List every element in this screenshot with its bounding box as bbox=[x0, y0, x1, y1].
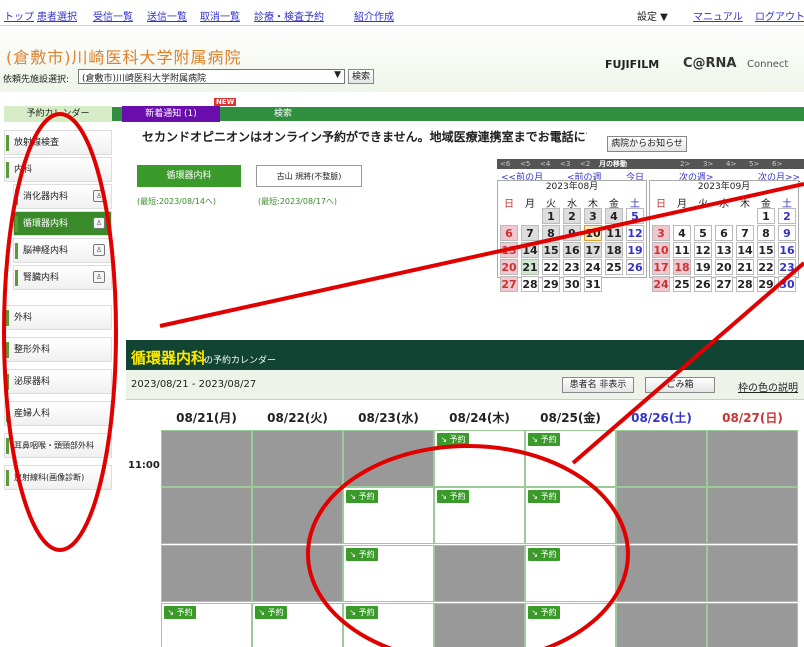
annotation-line-2 bbox=[571, 261, 804, 465]
annotation-ellipse-sidebar bbox=[2, 112, 118, 552]
annotation-ellipse-reserve bbox=[306, 444, 630, 647]
annotation-overlay bbox=[2, 112, 804, 647]
annotation-line-1 bbox=[159, 182, 804, 328]
